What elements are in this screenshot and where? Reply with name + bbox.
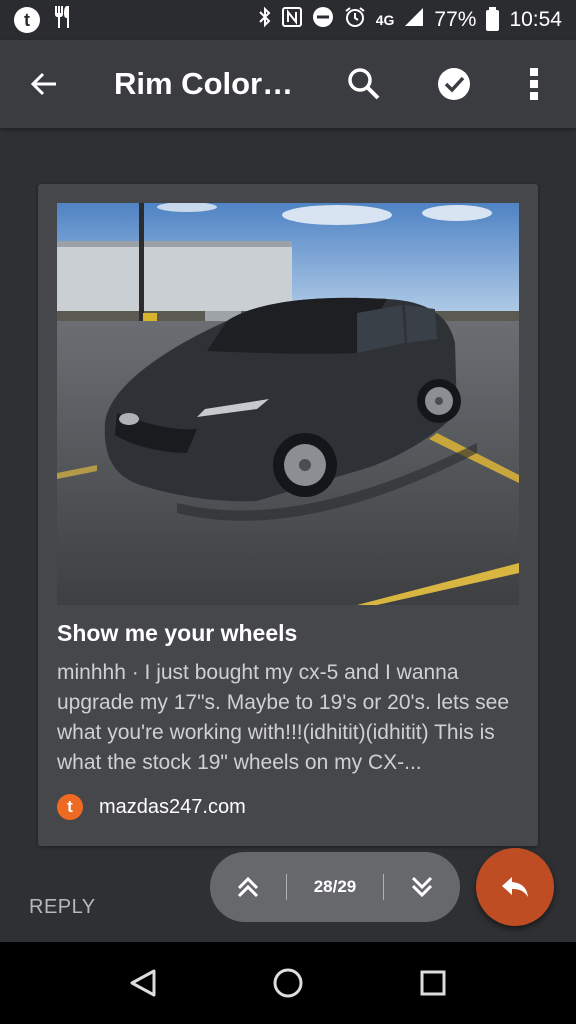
bluetooth-icon <box>258 6 272 34</box>
nav-back-button[interactable] <box>113 953 173 1013</box>
reply-button[interactable]: REPLY <box>29 896 96 919</box>
tapatalk-notification-icon: t <box>14 7 40 33</box>
page-count[interactable]: 28/29 <box>287 877 383 897</box>
battery-icon <box>486 6 500 31</box>
clock: 10:54 <box>509 8 562 31</box>
system-nav-bar <box>0 942 576 1024</box>
post-photo[interactable] <box>57 203 519 605</box>
circle-home-icon <box>273 968 303 998</box>
check-circle-icon <box>438 68 470 100</box>
signal-icon <box>404 7 424 33</box>
triangle-back-icon <box>130 969 156 997</box>
reply-fab[interactable] <box>476 848 554 926</box>
last-page-button[interactable] <box>384 852 460 922</box>
reply-icon <box>502 877 528 897</box>
restaurant-icon <box>52 5 74 35</box>
more-options-button[interactable] <box>506 56 562 112</box>
first-page-button[interactable] <box>210 852 286 922</box>
nav-recents-button[interactable] <box>403 953 463 1013</box>
square-recents-icon <box>420 970 446 996</box>
page-title: Rim Colors,... <box>114 66 304 101</box>
post-title[interactable]: Show me your wheels <box>57 620 297 647</box>
status-bar: t 4G 77% 10:54 <box>0 0 576 40</box>
link-preview-card[interactable]: Show me your wheels minhhh · I just boug… <box>38 184 538 846</box>
alarm-icon <box>344 6 366 34</box>
app-bar: Rim Colors,... <box>0 40 576 128</box>
double-chevron-down-icon <box>411 876 433 898</box>
back-button[interactable] <box>14 54 74 114</box>
mark-read-button[interactable] <box>426 56 482 112</box>
source-row[interactable]: t mazdas247.com <box>57 794 246 820</box>
search-icon <box>348 68 380 100</box>
more-vert-icon <box>530 68 538 100</box>
search-button[interactable] <box>336 56 392 112</box>
nav-home-button[interactable] <box>258 953 318 1013</box>
double-chevron-up-icon <box>237 876 259 898</box>
battery-percent: 77% <box>434 8 477 31</box>
post-excerpt: minhhh · I just bought my cx-5 and I wan… <box>57 661 510 774</box>
page-navigator: 28/29 <box>210 852 460 922</box>
tapatalk-icon: t <box>57 794 83 820</box>
network-type: 4G <box>375 12 395 28</box>
arrow-back-icon <box>30 72 56 96</box>
nfc-icon <box>281 7 302 33</box>
source-domain: mazdas247.com <box>99 795 246 818</box>
do-not-disturb-icon <box>312 6 334 34</box>
car-photo-illustration <box>57 203 519 605</box>
